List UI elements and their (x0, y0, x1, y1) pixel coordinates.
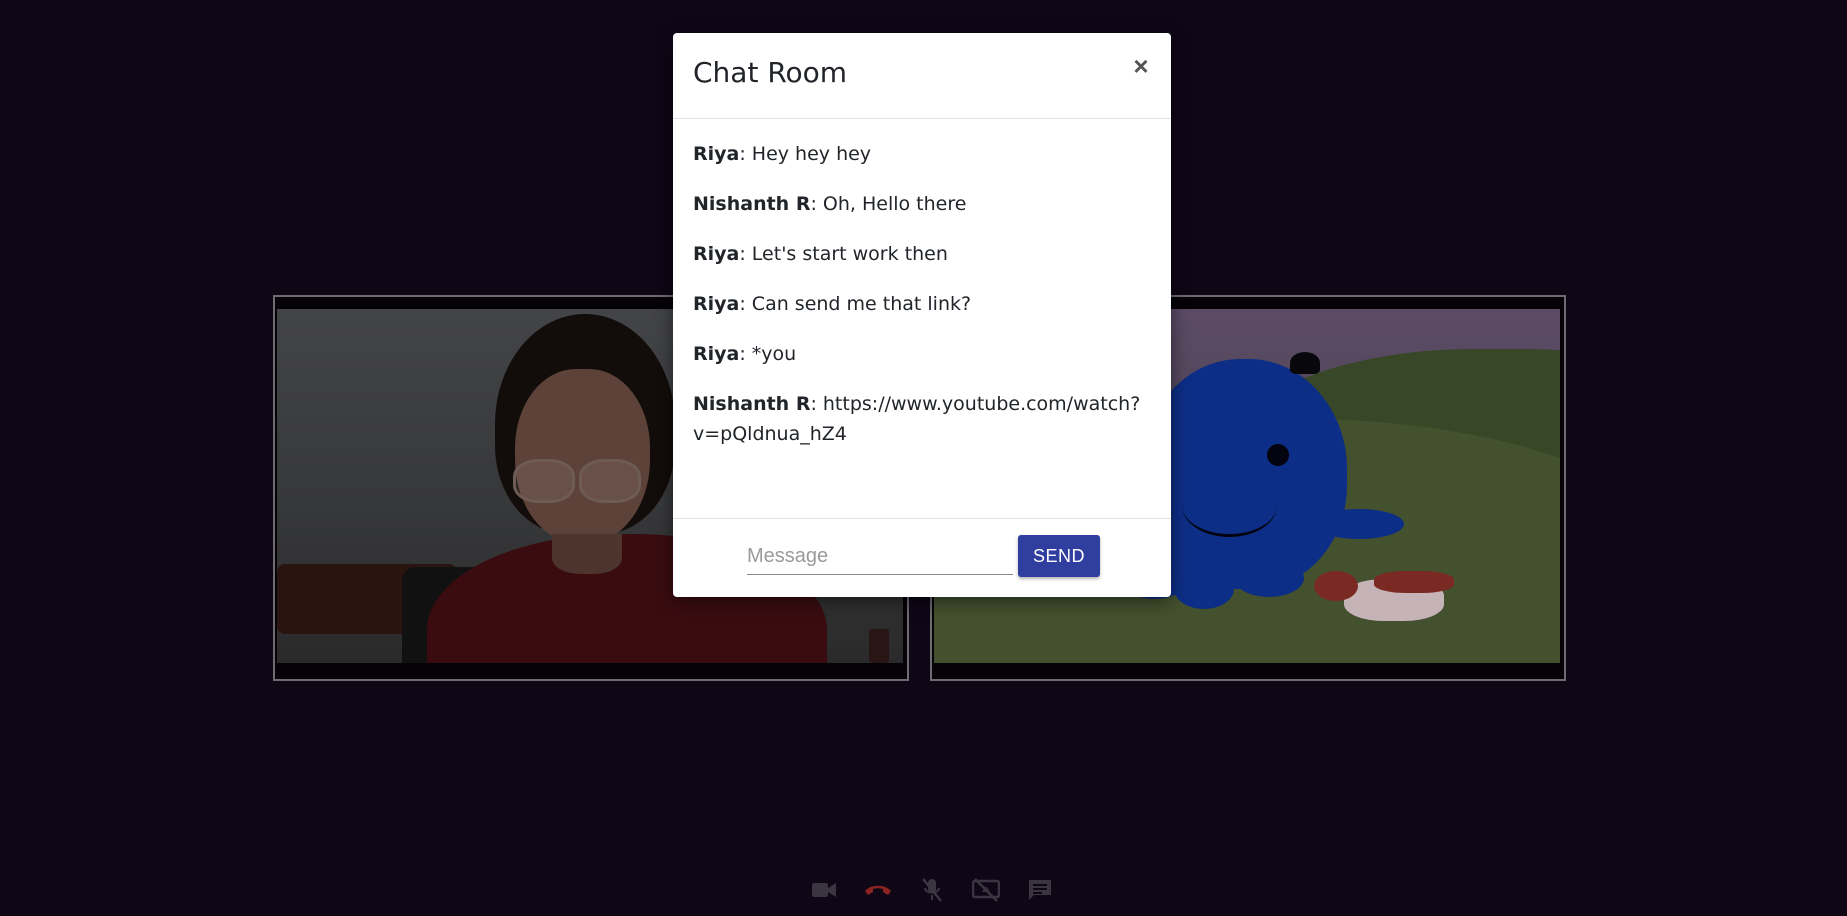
chat-message: Nishanth R: https://www.youtube.com/watc… (693, 389, 1151, 449)
video-call-stage: Chat Room × Riya: Hey hey hey Nishanth R… (0, 0, 1847, 916)
chat-message: Riya: Let's start work then (693, 239, 1151, 269)
message-text: : Let's start work then (739, 243, 948, 265)
hang-up-icon[interactable] (851, 874, 905, 906)
message-sender: Riya (693, 343, 740, 365)
call-controls (797, 874, 1067, 906)
screen-share-off-icon[interactable] (959, 874, 1013, 906)
message-input[interactable] (747, 539, 1013, 575)
message-sender: Nishanth R (693, 193, 811, 215)
message-sender: Riya (693, 293, 740, 315)
chat-message: Riya: Hey hey hey (693, 139, 1151, 169)
chat-room-modal: Chat Room × Riya: Hey hey hey Nishanth R… (673, 33, 1171, 597)
message-text: : Oh, Hello there (810, 193, 967, 215)
send-button[interactable]: SEND (1018, 535, 1100, 577)
message-sender: Nishanth R (693, 393, 811, 415)
chat-icon[interactable] (1013, 874, 1067, 906)
message-text: : *you (739, 343, 797, 365)
modal-footer: SEND (673, 519, 1171, 597)
chat-message: Riya: *you (693, 339, 1151, 369)
message-text: : Hey hey hey (739, 143, 872, 165)
message-text: : Can send me that link? (739, 293, 972, 315)
message-sender: Riya (693, 243, 740, 265)
message-sender: Riya (693, 143, 740, 165)
chat-message: Nishanth R: Oh, Hello there (693, 189, 1151, 219)
chat-message: Riya: Can send me that link? (693, 289, 1151, 319)
video-camera-icon[interactable] (797, 874, 851, 906)
close-button[interactable]: × (1129, 51, 1153, 81)
mic-off-icon[interactable] (905, 874, 959, 906)
modal-header: Chat Room × (673, 33, 1171, 119)
chat-message-list: Riya: Hey hey hey Nishanth R: Oh, Hello … (673, 119, 1171, 519)
modal-title: Chat Room (693, 56, 848, 89)
